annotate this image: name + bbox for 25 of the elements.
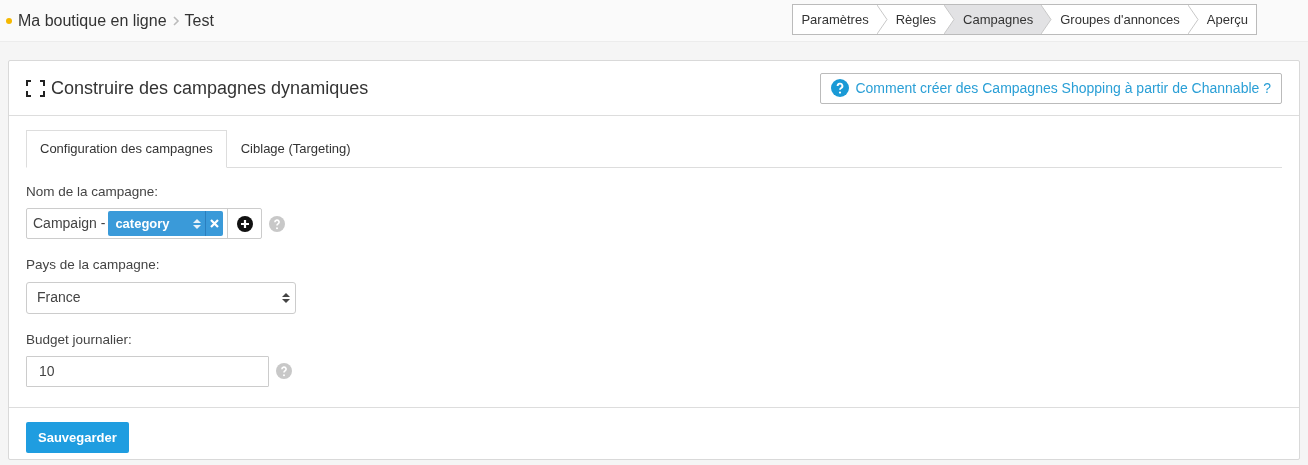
help-icon: [276, 363, 292, 380]
plus-icon: [236, 215, 253, 232]
step-divider: [1041, 5, 1053, 34]
breadcrumb-link[interactable]: Ma boutique en ligne: [18, 8, 167, 33]
sort-icon: [282, 291, 290, 304]
step-divider: [1187, 5, 1199, 34]
token-label: category: [115, 215, 170, 233]
country-select[interactable]: France: [26, 281, 296, 314]
card-title: Construire des campagnes dynamiques: [51, 76, 369, 100]
step-divider: [876, 5, 888, 34]
tab[interactable]: Ciblage (Targeting): [226, 130, 365, 167]
tab[interactable]: Configuration des campagnes: [26, 130, 227, 168]
close-icon: [210, 219, 220, 229]
field-label: Budget journalier:: [26, 330, 133, 349]
budget-input[interactable]: 10: [26, 355, 269, 387]
field-label: Pays de la campagne:: [26, 256, 161, 275]
campaign-name-field[interactable]: Campaign - category: [26, 208, 262, 240]
name-prefix: Campaign -: [33, 214, 106, 234]
help-icon: [831, 79, 850, 97]
sort-icon: [193, 217, 202, 230]
expand-icon: [26, 79, 45, 97]
help-icon: [269, 215, 285, 232]
chevron-icon: [171, 14, 180, 27]
breadcrumb-current: Test: [184, 10, 214, 31]
field-label: Nom de la campagne:: [26, 183, 160, 201]
